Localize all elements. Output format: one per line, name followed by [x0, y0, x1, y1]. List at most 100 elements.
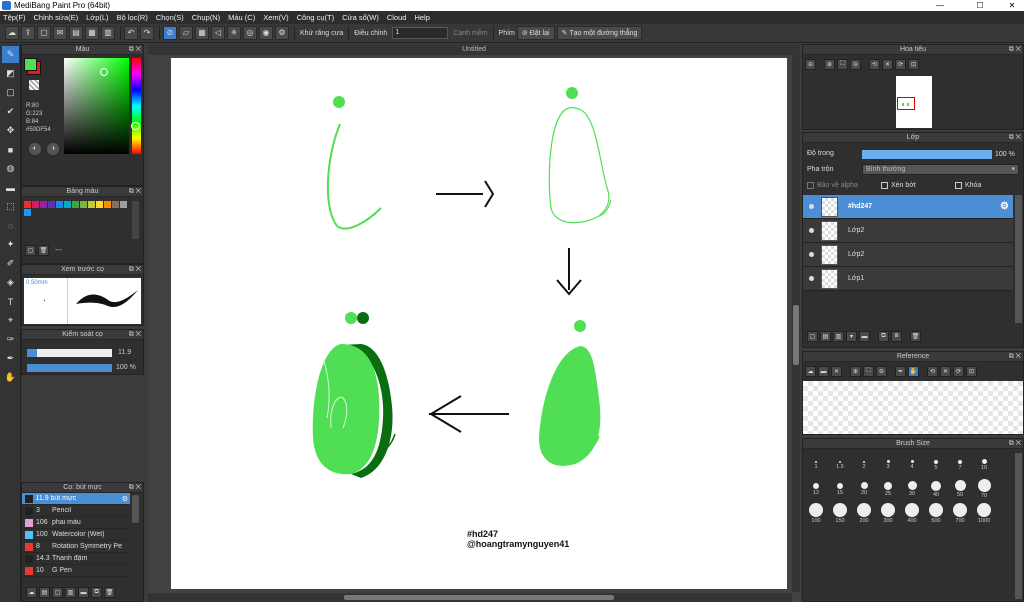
brush-size-slider[interactable]	[27, 349, 112, 357]
straight-line-button[interactable]: ✎ Tạo một đường thẳng	[556, 26, 643, 40]
sv-picker-handle[interactable]	[100, 68, 108, 76]
layer-delete-icon[interactable]: 🗑	[910, 331, 921, 342]
brush-size-cell[interactable]: 5	[924, 453, 948, 477]
visibility-icon[interactable]	[809, 276, 814, 281]
ref-fit-icon[interactable]: ⛶	[863, 366, 874, 377]
print-icon[interactable]: ▥	[101, 26, 115, 40]
palette-swatch[interactable]	[120, 201, 127, 208]
layer-add-menu-icon[interactable]: ▾	[846, 331, 857, 342]
add-palette-icon[interactable]: ▢	[25, 245, 36, 256]
color-wheel-icon[interactable]: ◐	[29, 143, 41, 155]
chat-icon[interactable]: ✉	[53, 26, 67, 40]
drawing-canvas[interactable]: #hd247 @hoangtramynguyen41	[171, 58, 787, 589]
ref-zoom-out-icon[interactable]: ⊖	[876, 366, 887, 377]
brush-list-item[interactable]: 3 Pencil	[22, 505, 130, 517]
palette-swatch[interactable]	[48, 201, 55, 208]
palette-swatch[interactable]	[104, 201, 111, 208]
visibility-icon[interactable]	[809, 228, 814, 233]
saturation-value-picker[interactable]	[64, 58, 129, 154]
text-tool-icon[interactable]: T	[2, 293, 19, 310]
layer-scrollbar[interactable]	[1015, 195, 1022, 323]
close-button[interactable]: ✕	[1000, 0, 1024, 11]
add-brush-icon[interactable]: ☁	[26, 587, 37, 598]
brush-list-item[interactable]: 14.3 Thanh đậm	[22, 553, 130, 565]
palette-swatch[interactable]	[112, 201, 119, 208]
gear-icon[interactable]: ⚙	[122, 495, 128, 503]
brush-list-item[interactable]: 8 Rotation Symmetry Pe	[22, 541, 130, 553]
layer-opacity-slider[interactable]	[862, 150, 992, 159]
ref-rotate-right-icon[interactable]: ⟳	[953, 366, 964, 377]
undo-icon[interactable]: ↶	[124, 26, 138, 40]
color-set-icon[interactable]: ◑	[47, 143, 59, 155]
minimize-button[interactable]: —	[928, 0, 952, 11]
snap-radial-icon[interactable]: ✳	[227, 26, 241, 40]
brush-size-cell[interactable]: 1	[804, 453, 828, 477]
panel-close-icon[interactable]: ⧉ ✕	[129, 265, 141, 275]
operation-tool-icon[interactable]: ⌖	[2, 312, 19, 329]
brush-size-cell[interactable]: 100	[804, 501, 828, 525]
select-tool-icon[interactable]: ⬚	[2, 198, 19, 215]
layer-row[interactable]: Lớp2	[803, 243, 1013, 267]
select-eraser-icon[interactable]: ◈	[2, 274, 19, 291]
snap-parallel-icon[interactable]: ▱	[179, 26, 193, 40]
clip-checkbox[interactable]	[881, 182, 888, 189]
navigator-viewport[interactable]	[897, 97, 915, 110]
select-move-icon[interactable]: ✔	[2, 103, 19, 120]
reset-button[interactable]: ⊘ Đặt lại	[516, 26, 555, 40]
menu-cloud[interactable]: Cloud	[387, 13, 407, 22]
brush-opacity-slider[interactable]	[27, 364, 112, 372]
zoom-actual-icon[interactable]: ⊖	[850, 59, 861, 70]
brush-size-scrollbar[interactable]	[1015, 453, 1022, 599]
no-antialias-icon[interactable]: ⊘	[163, 26, 177, 40]
palette-swatch[interactable]	[88, 201, 95, 208]
lock-checkbox[interactable]	[955, 182, 962, 189]
rect-tool-icon[interactable]: ▢	[2, 84, 19, 101]
snap-circle-icon[interactable]: ◎	[243, 26, 257, 40]
panel-close-icon[interactable]: ⧉ ✕	[129, 187, 141, 197]
ref-open-icon[interactable]: ▬	[818, 366, 829, 377]
ref-eyedropper-icon[interactable]: ✒	[895, 366, 906, 377]
layer-gear-icon[interactable]: ⚙	[1000, 201, 1009, 212]
palette-scrollbar[interactable]	[132, 201, 139, 239]
rotate-left-icon[interactable]: ⟲	[869, 59, 880, 70]
palette-swatch[interactable]	[80, 201, 87, 208]
brush-duplicate-icon[interactable]: ⧉	[91, 587, 102, 598]
snap-grid-icon[interactable]: ▦	[195, 26, 209, 40]
brush-size-cell[interactable]: 7	[948, 453, 972, 477]
brush-size-cell[interactable]: 150	[828, 501, 852, 525]
eraser-tool-icon[interactable]: ◩	[2, 65, 19, 82]
export-icon[interactable]: ⇪	[21, 26, 35, 40]
delete-palette-icon[interactable]: 🗑	[38, 245, 49, 256]
brush-size-cell[interactable]: 12	[804, 477, 828, 501]
brush-size-cell[interactable]: 25	[876, 477, 900, 501]
brush-tool-icon[interactable]: ✎	[2, 46, 19, 63]
transparent-color-swatch[interactable]	[29, 80, 39, 90]
antialias-checkbox-label[interactable]: Khử răng cưa	[300, 30, 343, 37]
eyedropper-icon[interactable]: ✒	[2, 350, 19, 367]
new-file-icon[interactable]: ▢	[37, 26, 51, 40]
menu-view[interactable]: Xem(V)	[263, 13, 288, 22]
brush-copy-icon[interactable]: ▢	[52, 587, 63, 598]
menu-filter[interactable]: Bộ lọc(R)	[117, 13, 148, 22]
panel-close-icon[interactable]: ⧉ ✕	[129, 45, 141, 55]
select-pen-icon[interactable]: ✐	[2, 255, 19, 272]
menu-edit[interactable]: Chỉnh sửa(E)	[34, 13, 79, 22]
panel-close-icon[interactable]: ⧉ ✕	[1009, 439, 1021, 449]
lasso-tool-icon[interactable]: ◌	[2, 217, 19, 234]
panel-close-icon[interactable]: ⧉ ✕	[1009, 133, 1021, 143]
brush-size-cell[interactable]: 15	[828, 477, 852, 501]
menu-tools[interactable]: Công cụ(T)	[297, 13, 335, 22]
brush-size-cell[interactable]: 700	[948, 501, 972, 525]
layer-row[interactable]: Lớp1	[803, 267, 1013, 291]
brush-size-cell[interactable]: 4	[900, 453, 924, 477]
menu-select[interactable]: Chọn(S)	[156, 13, 184, 22]
menu-file[interactable]: Tệp(F)	[3, 13, 26, 22]
brush-list-item[interactable]: 100 Watercolor (Wet)	[22, 529, 130, 541]
visibility-icon[interactable]	[809, 252, 814, 257]
gradient-tool-icon[interactable]: ▬	[2, 179, 19, 196]
new-layer-icon[interactable]: ▢	[807, 331, 818, 342]
brush-size-cell[interactable]: 30	[900, 477, 924, 501]
menu-color[interactable]: Màu (C)	[228, 13, 255, 22]
primary-color-swatch[interactable]	[24, 58, 37, 71]
new-8bit-layer-icon[interactable]: ▥	[833, 331, 844, 342]
